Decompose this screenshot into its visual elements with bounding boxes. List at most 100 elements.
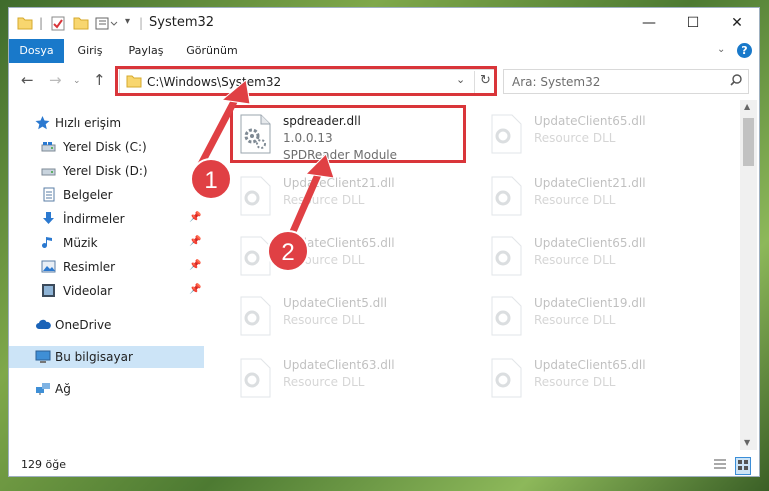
view-options-icon[interactable] <box>95 16 121 33</box>
file-name: UpdateClient19.dll <box>534 296 646 310</box>
file-type: Resource DLL <box>534 375 616 389</box>
sidebar-item-label: Belgeler <box>63 188 113 202</box>
tab-gorunum[interactable]: Görünüm <box>181 39 243 63</box>
file-tile[interactable]: UpdateClient21.dll Resource DLL <box>228 168 463 224</box>
video-icon <box>41 283 56 298</box>
separator-icon: | <box>39 16 44 30</box>
sidebar-item-label: Resimler <box>63 260 116 274</box>
customize-toolbar-icon[interactable]: ▾ <box>125 16 130 27</box>
sidebar-item-pictures[interactable]: Resimler 📌 <box>9 256 204 278</box>
details-view-icon[interactable] <box>713 457 727 474</box>
dll-file-icon <box>489 296 523 336</box>
folder-icon <box>17 16 33 33</box>
address-highlight-box <box>115 66 497 96</box>
file-tile[interactable]: UpdateClient63.dll Resource DLL <box>228 350 463 406</box>
callout-1: 1 <box>190 158 232 200</box>
sidebar-item-label: Yerel Disk (D:) <box>63 164 148 178</box>
expand-ribbon-icon[interactable]: ⌄ <box>717 44 725 55</box>
sidebar-item-network[interactable]: Ağ <box>9 378 204 400</box>
forward-arrow-icon[interactable]: → <box>49 71 62 89</box>
callout-2: 2 <box>267 230 309 272</box>
sidebar-item-onedrive[interactable]: OneDrive <box>9 314 204 336</box>
drive-icon <box>41 163 56 178</box>
sidebar-item-quick-access[interactable]: Hızlı erişim <box>9 112 204 134</box>
pin-icon[interactable]: 📌 <box>189 284 201 295</box>
file-type: Resource DLL <box>534 131 616 145</box>
search-input[interactable]: Ara: System32 <box>503 69 749 94</box>
pin-icon[interactable]: 📌 <box>189 236 201 247</box>
file-tile[interactable]: UpdateClient21.dll Resource DLL <box>479 168 714 224</box>
new-folder-icon[interactable] <box>73 16 89 33</box>
status-bar: 129 öğe <box>9 454 759 476</box>
file-tile[interactable]: UpdateClient65.dll Resource DLL <box>479 228 714 284</box>
file-tile[interactable]: UpdateClient5.dll Resource DLL <box>228 288 463 344</box>
item-count: 129 öğe <box>21 458 66 471</box>
maximize-button[interactable]: ☐ <box>671 8 715 39</box>
file-type: Resource DLL <box>283 313 365 327</box>
sidebar-item-local-disk-c[interactable]: Yerel Disk (C:) <box>9 136 204 158</box>
properties-icon[interactable] <box>51 16 65 34</box>
dll-file-icon <box>489 176 523 216</box>
download-icon <box>41 211 56 226</box>
network-icon <box>35 381 50 396</box>
tab-dosya[interactable]: Dosya <box>9 39 64 63</box>
sidebar-item-label: Ağ <box>55 382 71 396</box>
drive-icon <box>41 139 56 154</box>
file-tile[interactable]: UpdateClient65.dll Resource DLL <box>479 106 714 162</box>
recent-locations-icon[interactable]: ⌄ <box>73 76 81 86</box>
cloud-icon <box>35 317 51 332</box>
scroll-down-icon[interactable]: ▼ <box>744 438 750 447</box>
file-name: UpdateClient21.dll <box>534 176 646 190</box>
file-tile[interactable]: UpdateClient19.dll Resource DLL <box>479 288 714 344</box>
pictures-icon <box>41 259 56 274</box>
sidebar-item-downloads[interactable]: İndirmeler 📌 <box>9 208 204 230</box>
file-tile[interactable]: UpdateClient65.dll Resource DLL <box>479 350 714 406</box>
dll-file-icon <box>489 236 523 276</box>
pin-icon[interactable]: 📌 <box>189 260 201 271</box>
file-type: Resource DLL <box>534 193 616 207</box>
dll-file-icon <box>238 176 272 216</box>
title-bar: | ▾ | System32 — ☐ ✕ <box>9 8 759 39</box>
tiles-view-icon[interactable] <box>735 457 751 475</box>
sidebar-item-this-pc[interactable]: Bu bilgisayar <box>9 346 204 368</box>
sidebar-item-label: Videolar <box>63 284 113 298</box>
search-placeholder: Ara: System32 <box>512 75 601 89</box>
up-arrow-icon[interactable]: ↑ <box>93 71 106 89</box>
vertical-scrollbar[interactable]: ▲ ▼ <box>740 100 757 450</box>
file-name: UpdateClient5.dll <box>283 296 387 310</box>
scroll-thumb[interactable] <box>743 118 754 166</box>
navigation-pane: Hızlı erişim Yerel Disk (C:) Yerel Disk … <box>9 100 214 450</box>
sidebar-item-label: Müzik <box>63 236 98 250</box>
minimize-button[interactable]: — <box>627 8 671 39</box>
star-icon <box>35 115 50 130</box>
scroll-up-icon[interactable]: ▲ <box>744 102 750 111</box>
documents-icon <box>41 187 56 202</box>
dll-file-icon <box>489 358 523 398</box>
dll-file-icon <box>489 114 523 154</box>
search-icon[interactable] <box>730 74 742 89</box>
file-tile[interactable]: UpdateClient65.dll Resource DLL <box>228 228 463 284</box>
dll-file-icon <box>238 296 272 336</box>
sidebar-item-local-disk-d[interactable]: Yerel Disk (D:) <box>9 160 204 182</box>
file-name: UpdateClient65.dll <box>534 114 646 128</box>
file-type: Resource DLL <box>534 313 616 327</box>
sidebar-item-videos[interactable]: Videolar 📌 <box>9 280 204 302</box>
pin-icon[interactable]: 📌 <box>189 212 201 223</box>
sidebar-item-label: Hızlı erişim <box>55 116 122 130</box>
file-name: UpdateClient21.dll <box>283 176 395 190</box>
file-name: UpdateClient63.dll <box>283 358 395 372</box>
sidebar-item-music[interactable]: Müzik 📌 <box>9 232 204 254</box>
computer-icon <box>35 349 51 364</box>
close-button[interactable]: ✕ <box>715 8 759 39</box>
sidebar-item-documents[interactable]: Belgeler <box>9 184 204 206</box>
help-icon[interactable]: ? <box>737 43 752 58</box>
back-arrow-icon[interactable]: ← <box>21 71 34 89</box>
file-name: UpdateClient65.dll <box>534 236 646 250</box>
sidebar-item-label: Yerel Disk (C:) <box>63 140 147 154</box>
file-type: Resource DLL <box>283 193 365 207</box>
sidebar-item-label: OneDrive <box>55 318 112 332</box>
file-name: UpdateClient65.dll <box>534 358 646 372</box>
tab-giris[interactable]: Giriş <box>69 39 111 63</box>
title-separator: | <box>139 16 144 30</box>
tab-paylas[interactable]: Paylaş <box>121 39 171 63</box>
